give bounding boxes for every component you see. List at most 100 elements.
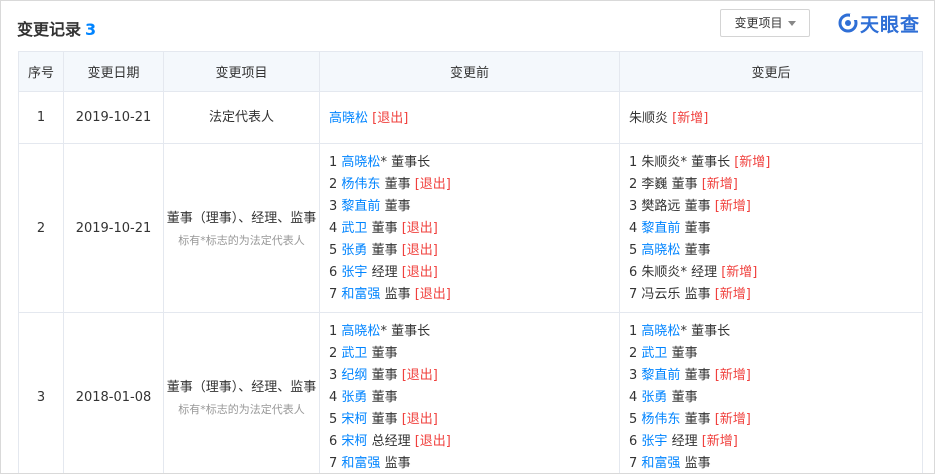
person-link[interactable]: 高晓松 [341,324,380,339]
person-role: 监事 [680,287,715,302]
person-link[interactable]: 和富强 [641,456,680,471]
person-link[interactable]: 高晓松 [641,243,680,258]
person-link[interactable]: 宋柯 [341,434,367,449]
person-role: 经理 [667,434,702,449]
person-name: 冯云乐 [641,287,681,302]
logo-text: 天眼查 [859,13,920,36]
status-tag: [退出] [372,110,409,126]
after-list-item: 7 和富强 监事 [629,453,922,473]
person-link[interactable]: 纪纲 [341,368,367,383]
cell-date: 2019-10-21 [63,143,164,313]
person-link[interactable]: 张宇 [641,434,667,449]
after-list-item: 6 朱顺炎* 经理 [新增] [629,262,922,284]
item-number: 1 [329,324,338,339]
person-role: 监事 [380,287,415,302]
status-tag: [新增] [714,287,751,302]
person-role: 董事 [367,243,402,258]
person-link[interactable]: 张勇 [341,243,367,258]
after-list-item: 2 武卫 董事 [629,343,922,365]
before-list-item: 2 武卫 董事 [329,343,619,365]
after-list-item: 4 张勇 董事 [629,387,922,409]
person-link[interactable]: 黎直前 [641,368,680,383]
item-number: 2 [329,177,338,192]
after-list-item: 1 高晓松* 董事长 [629,321,922,343]
person-link[interactable]: 张勇 [641,390,667,405]
person-link[interactable]: 黎直前 [641,221,680,236]
person-link[interactable]: 杨伟东 [341,177,380,192]
item-number: 5 [629,243,638,258]
after-list-item: 1 朱顺炎* 董事长 [新增] [629,152,922,174]
after-list-item: 4 黎直前 董事 [629,218,922,240]
status-tag: [新增] [734,155,771,170]
table-row: 3 2018-01-08 董事（理事）、经理、监事 标有*标志的为法定代表人 1 高晓松… [18,312,923,473]
person-role: 董事 [667,346,698,361]
person-link[interactable]: 黎直前 [341,199,380,214]
legal-rep-note: 标有*标志的为法定代表人 [178,403,305,416]
person-link[interactable]: 高晓松 [341,155,380,170]
after-list-item: 3 黎直前 董事 [新增] [629,365,922,387]
status-tag: [退出] [401,221,438,236]
status-tag: [新增] [701,177,738,192]
cell-index: 2 [18,143,64,313]
person-link[interactable]: 和富强 [341,287,380,302]
tianyancha-logo: 天眼查 [838,10,920,36]
cell-date: 2019-10-21 [63,91,164,144]
person-role: 总经理 [367,434,415,449]
before-list-item: 5 张勇 董事 [退出] [329,240,619,262]
person-link[interactable]: 张勇 [341,390,367,405]
item-number: 7 [629,456,638,471]
person-link[interactable]: 高晓松 [641,324,680,339]
cell-index: 1 [18,91,64,144]
person-link[interactable]: 高晓松 [329,111,368,126]
person-link[interactable]: 武卫 [341,346,367,361]
person-link[interactable]: 杨伟东 [641,412,680,427]
status-tag: [退出] [414,177,451,192]
item-number: 3 [329,199,338,214]
item-number: 5 [329,243,338,258]
person-link[interactable]: 宋柯 [341,412,367,427]
item-number: 4 [629,221,638,236]
person-link[interactable]: 武卫 [641,346,667,361]
item-number: 5 [629,412,638,427]
status-tag: [退出] [414,287,451,302]
caret-down-icon [787,21,796,26]
item-number: 3 [629,199,638,214]
before-list-item: 3 纪纲 董事 [退出] [329,365,619,387]
person-role: 董事 [367,346,398,361]
item-number: 5 [329,412,338,427]
person-role: * 董事长 [680,155,735,170]
person-role: 董事 [367,390,398,405]
person-role: 董事 [367,368,402,383]
person-link[interactable]: 武卫 [341,221,367,236]
person-name: 朱顺炎 [641,265,681,280]
item-number: 6 [329,265,338,280]
item-number: 1 [629,155,638,170]
change-item-filter-dropdown[interactable]: 变更项目 [720,9,810,37]
person-link[interactable]: 和富强 [341,456,380,471]
item-number: 2 [629,346,638,361]
after-list-item: 6 张宇 经理 [新增] [629,431,922,453]
person-role: 董事 [680,199,715,214]
col-header-date: 变更日期 [63,51,164,92]
person-name: 朱顺炎 [641,155,681,170]
before-list-item: 7 和富强 监事 [退出] [329,284,619,306]
status-tag: [退出] [401,243,438,258]
change-record-table: 序号 变更日期 变更项目 变更前 变更后 1 2019-10-21 法定代表人 高晓松… [18,51,923,473]
after-list-item: 5 杨伟东 董事 [新增] [629,409,922,431]
status-tag: [新增] [672,110,709,126]
person-role: * 董事长 [680,324,731,339]
after-list-item: 3 樊路远 董事 [新增] [629,196,922,218]
item-number: 7 [329,456,338,471]
col-header-index: 序号 [18,51,64,92]
status-tag: [新增] [714,368,751,383]
person-link[interactable]: 张宇 [341,265,367,280]
person-role: 监事 [380,456,411,471]
item-number: 4 [329,390,338,405]
status-tag: [退出] [401,368,438,383]
col-header-after: 变更后 [619,51,923,92]
item-number: 3 [329,368,338,383]
panel-header: 变更记录 3 变更项目 天眼查 [17,9,920,41]
item-number: 6 [329,434,338,449]
before-list-item: 4 武卫 董事 [退出] [329,218,619,240]
status-tag: [退出] [401,265,438,280]
